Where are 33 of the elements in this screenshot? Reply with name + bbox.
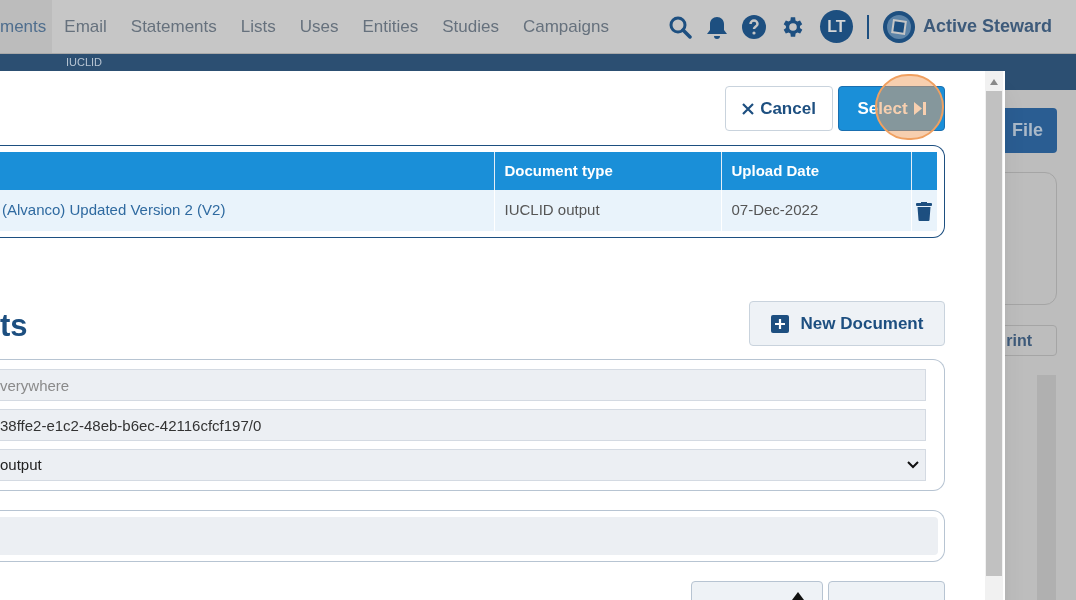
dropdown[interactable]: output bbox=[0, 449, 926, 481]
logo-icon bbox=[882, 10, 915, 43]
delete-icon[interactable] bbox=[916, 201, 933, 221]
notification-bell-icon[interactable] bbox=[705, 14, 728, 39]
input-field[interactable]: verywhere bbox=[0, 369, 926, 401]
table-cell: IUCLID output bbox=[494, 190, 721, 231]
plus-icon bbox=[770, 314, 789, 333]
user-avatar[interactable]: LT bbox=[819, 10, 853, 43]
nav-tab[interactable]: Email bbox=[52, 0, 119, 53]
nav-tab[interactable]: Studies bbox=[430, 0, 511, 53]
search-icon[interactable] bbox=[667, 14, 692, 39]
cancel-button[interactable]: Cancel bbox=[725, 86, 833, 131]
nav-tab[interactable]: ments bbox=[0, 0, 53, 53]
scroll-up-arrow-icon[interactable] bbox=[990, 79, 998, 85]
brand-name: Active Steward bbox=[922, 15, 1052, 38]
breadcrumb[interactable]: IUCLID bbox=[66, 55, 103, 69]
nav-tab[interactable]: Lists bbox=[228, 0, 288, 53]
document-link[interactable]: (Alvanco) Updated Version 2 (V2) bbox=[2, 201, 226, 219]
scrollbar[interactable] bbox=[985, 71, 1003, 600]
nav-tab[interactable]: Statements bbox=[118, 0, 229, 53]
section-heading: ts bbox=[0, 306, 28, 345]
chevron-down-icon bbox=[907, 461, 919, 469]
nav-tab[interactable]: Campaigns bbox=[510, 0, 621, 53]
nav-tab[interactable]: Uses bbox=[287, 0, 351, 53]
sort-icon bbox=[792, 592, 804, 600]
scrollbar-thumb[interactable] bbox=[986, 91, 1002, 576]
table-cell: 07-Dec-2022 bbox=[721, 190, 911, 231]
skip-forward-icon bbox=[913, 102, 926, 115]
close-icon bbox=[742, 102, 755, 115]
help-icon[interactable] bbox=[741, 14, 766, 39]
new-document-button[interactable]: New Document bbox=[749, 301, 945, 346]
input-field[interactable]: 38ffe2-e1c2-48eb-b6ec-42116cfcf197/0 bbox=[0, 409, 926, 441]
nav-tab[interactable]: Entities bbox=[350, 0, 431, 53]
